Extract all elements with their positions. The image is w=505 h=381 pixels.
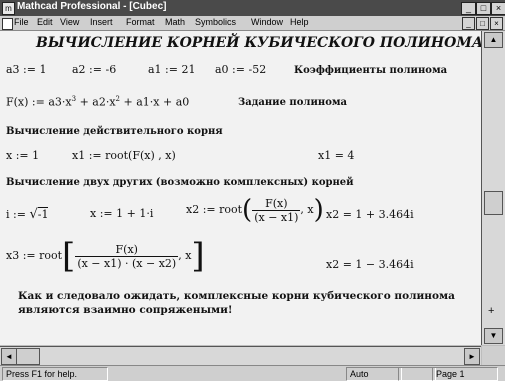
app-icon[interactable]: m xyxy=(2,2,15,15)
doc-close-button[interactable]: × xyxy=(490,17,503,30)
x1-definition[interactable]: x1 := root(F(x) , x) xyxy=(72,149,176,162)
coef-label: Коэффициенты полинома xyxy=(294,65,448,76)
status-help-text: Press F1 for help. xyxy=(2,367,108,381)
imaginary-unit-definition[interactable]: i := √-1 xyxy=(6,207,49,222)
title-bar: m Mathcad Professional - [Cubec] _ □ × xyxy=(0,0,505,16)
doc-minimize-button[interactable]: _ xyxy=(462,17,475,30)
coef-a0[interactable]: a0 := -52 xyxy=(215,63,266,76)
menu-bar: File Edit View Insert Format Math Symbol… xyxy=(0,16,505,31)
x2-definition[interactable]: x2 := root(F(x) (x − x1), x) xyxy=(186,195,324,225)
x3-result[interactable]: x2 = 1 − 3.464i xyxy=(326,258,414,271)
scrollbar-corner xyxy=(482,346,505,365)
maximize-button[interactable]: □ xyxy=(476,2,491,15)
coef-a1[interactable]: a1 := 21 xyxy=(148,63,195,76)
close-button[interactable]: × xyxy=(491,2,505,15)
x2-result[interactable]: x2 = 1 + 3.464i xyxy=(326,208,414,221)
conclusion-line-1: Как и следовало ожидать, комплексные кор… xyxy=(18,290,455,302)
coef-a2[interactable]: a2 := -6 xyxy=(72,63,116,76)
scroll-left-arrow-icon[interactable]: ◄ xyxy=(1,348,17,365)
scroll-right-arrow-icon[interactable]: ► xyxy=(464,348,480,365)
status-bar: Press F1 for help. Auto Page 1 xyxy=(0,365,505,381)
scroll-down-arrow-icon[interactable]: ▼ xyxy=(484,328,503,344)
x-initial-guess[interactable]: x := 1 xyxy=(6,149,39,162)
x3-definition[interactable]: x3 := root[F(x) (x − x1) · (x − x2), x] xyxy=(6,236,205,276)
polynomial-label: Задание полинома xyxy=(238,97,348,108)
worksheet[interactable]: ВЫЧИСЛЕНИЕ КОРНЕЙ КУБИЧЕСКОГО ПОЛИНОМА a… xyxy=(0,31,482,345)
complex-roots-heading: Вычисление двух других (возможно комплек… xyxy=(6,177,354,188)
doc-restore-button[interactable]: □ xyxy=(476,17,489,30)
x1-result[interactable]: x1 = 4 xyxy=(318,149,354,162)
menu-file[interactable]: File xyxy=(14,17,29,27)
coef-a3[interactable]: a3 := 1 xyxy=(6,63,46,76)
menu-math[interactable]: Math xyxy=(165,17,185,27)
status-blank xyxy=(398,367,436,381)
vertical-scrollbar[interactable]: ▲ + ▼ xyxy=(482,31,505,345)
menu-help[interactable]: Help xyxy=(290,17,309,27)
menu-window[interactable]: Window xyxy=(251,17,283,27)
horizontal-scroll-thumb[interactable] xyxy=(16,348,40,365)
x-complex-guess[interactable]: x := 1 + 1·i xyxy=(90,207,153,220)
conclusion-line-2: являются взаимно сопряжеными! xyxy=(18,304,233,316)
real-root-heading: Вычисление действительного корня xyxy=(6,126,223,137)
horizontal-scrollbar[interactable]: ◄ ► xyxy=(0,346,481,365)
minimize-button[interactable]: _ xyxy=(461,2,476,15)
menu-edit[interactable]: Edit xyxy=(37,17,53,27)
worksheet-title: ВЫЧИСЛЕНИЕ КОРНЕЙ КУБИЧЕСКОГО ПОЛИНОМА xyxy=(36,35,482,51)
menu-insert[interactable]: Insert xyxy=(90,17,113,27)
document-icon[interactable] xyxy=(2,18,13,30)
menu-symbolics[interactable]: Symbolics xyxy=(195,17,236,27)
status-calc-mode: Auto xyxy=(346,367,402,381)
window-title: Mathcad Professional - [Cubec] xyxy=(17,1,167,12)
menu-view[interactable]: View xyxy=(60,17,79,27)
scroll-marker-icon: + xyxy=(488,305,495,317)
vertical-scroll-thumb[interactable] xyxy=(484,191,503,215)
menu-format[interactable]: Format xyxy=(126,17,155,27)
status-page: Page 1 xyxy=(432,367,498,381)
scroll-up-arrow-icon[interactable]: ▲ xyxy=(484,32,503,48)
polynomial-definition[interactable]: F(x) := a3·x3 + a2·x2 + a1·x + a0 xyxy=(6,95,189,109)
